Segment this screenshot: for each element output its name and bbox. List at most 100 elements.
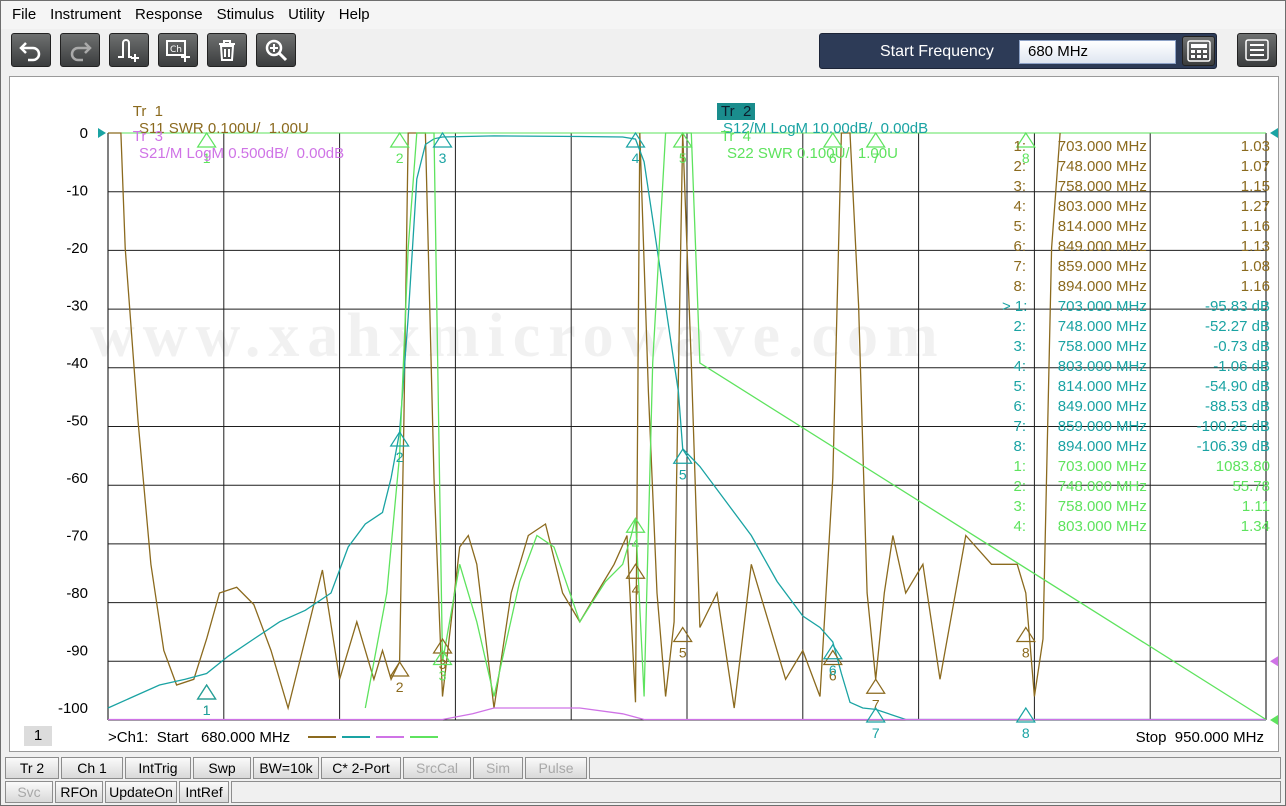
calculator-icon xyxy=(1186,40,1211,62)
menu-help[interactable]: Help xyxy=(332,1,377,29)
status-ch-1-button[interactable]: Ch 1 xyxy=(61,757,123,779)
marker-frequency: 803.000 xyxy=(1057,358,1112,375)
marker-row[interactable]: 5: 814.000 MHz 1.16 xyxy=(1002,217,1270,237)
add-channel-button[interactable]: Ch xyxy=(158,33,198,67)
marker-tr2-label: 6 xyxy=(829,662,837,678)
marker-tr2-label: 7 xyxy=(872,725,880,741)
undo-icon xyxy=(19,42,41,62)
menu-file[interactable]: File xyxy=(5,1,43,29)
marker-unit: MHz xyxy=(1116,318,1147,335)
marker-row[interactable]: 8: 894.000 MHz 1.16 xyxy=(1002,277,1270,297)
marker-unit: MHz xyxy=(1116,278,1147,295)
marker-tr2-label: 3 xyxy=(439,150,447,166)
marker-tr1-label: 4 xyxy=(632,581,640,597)
status-svc-button[interactable]: Svc xyxy=(5,781,53,803)
marker-row[interactable]: 7: 859.000 MHz 1.08 xyxy=(1002,257,1270,277)
status-rfon-button[interactable]: RFOn xyxy=(55,781,103,803)
marker-frequency: 703.000 xyxy=(1057,298,1112,315)
marker-row[interactable]: 4: 803.000 MHz 1.34 xyxy=(1002,517,1270,537)
marker-row[interactable]: 3: 758.000 MHz 1.11 xyxy=(1002,497,1270,517)
marker-row[interactable]: 8: 894.000 MHz -106.39 dB xyxy=(1002,437,1270,457)
redo-button[interactable] xyxy=(60,33,100,67)
marker-row[interactable]: 3: 758.000 MHz -0.73 dB xyxy=(1002,337,1270,357)
softkey-menu-button[interactable] xyxy=(1237,33,1277,67)
marker-row[interactable]: > 1: 703.000 MHz -95.83 dB xyxy=(1002,297,1270,317)
marker-value: -100.25 dB xyxy=(1196,418,1270,435)
status-c-2-port-button[interactable]: C* 2-Port xyxy=(321,757,401,779)
marker-row[interactable]: 1: 703.000 MHz 1083.80 xyxy=(1002,457,1270,477)
marker-index: 8: xyxy=(1013,438,1026,455)
marker-row[interactable]: 2: 748.000 MHz 1.07 xyxy=(1002,157,1270,177)
marker-value: 1.16 xyxy=(1240,278,1270,295)
status-intref-button[interactable]: IntRef xyxy=(179,781,229,803)
menu-stimulus[interactable]: Stimulus xyxy=(210,1,282,29)
marker-index: 3: xyxy=(1013,498,1026,515)
zoom-button[interactable] xyxy=(256,33,296,67)
marker-value: -88.53 dB xyxy=(1204,398,1270,415)
marker-value: 1083.80 xyxy=(1215,458,1270,475)
status-updateon-button[interactable]: UpdateOn xyxy=(105,781,177,803)
vna-window: File Instrument Response Stimulus Utilit… xyxy=(0,0,1286,806)
status-tr-2-button[interactable]: Tr 2 xyxy=(5,757,59,779)
trace-title-tr3[interactable]: Tr 3 S21/M LogM 0.500dB/ 0.00dB xyxy=(108,111,344,179)
menu-utility[interactable]: Utility xyxy=(281,1,332,29)
marker-unit: MHz xyxy=(1116,158,1147,175)
menu-response[interactable]: Response xyxy=(128,1,210,29)
menu-instrument[interactable]: Instrument xyxy=(43,1,128,29)
marker-tr1-icon xyxy=(1015,626,1036,643)
trace-title-tr4[interactable]: Tr 4 S22 SWR 0.100U/ 1.00U xyxy=(696,111,898,179)
marker-frequency: 803.000 xyxy=(1057,518,1112,535)
marker-index: 5: xyxy=(1013,218,1026,235)
marker-tr1-label: 7 xyxy=(872,696,880,712)
measurement-display[interactable]: www.xahxmicrowave.com 0 -10 -20 -30 -40 -50 -6… xyxy=(9,76,1279,752)
marker-index: 3: xyxy=(1013,178,1026,195)
delete-button[interactable] xyxy=(207,33,247,67)
channel-number[interactable]: 1 xyxy=(24,726,52,746)
start-frequency-input[interactable]: 680 MHz xyxy=(1019,40,1176,64)
marker-tr4-label: 5 xyxy=(679,150,687,166)
marker-row[interactable]: 2: 748.000 MHz 55.78 xyxy=(1002,477,1270,497)
marker-index: 2: xyxy=(1013,478,1026,495)
marker-index: 6: xyxy=(1013,238,1026,255)
status-pulse-button[interactable]: Pulse xyxy=(525,757,587,779)
marker-unit: MHz xyxy=(1116,198,1147,215)
marker-tr2-label: 2 xyxy=(396,449,404,465)
marker-value: -95.83 dB xyxy=(1204,298,1270,315)
status-inttrig-button[interactable]: IntTrig xyxy=(125,757,191,779)
svg-text:Ch: Ch xyxy=(170,45,182,55)
marker-row[interactable]: 4: 803.000 MHz -1.06 dB xyxy=(1002,357,1270,377)
marker-tr1-label: 2 xyxy=(396,679,404,695)
marker-row[interactable]: 7: 859.000 MHz -100.25 dB xyxy=(1002,417,1270,437)
keypad-button[interactable] xyxy=(1182,36,1215,66)
marker-frequency: 859.000 xyxy=(1057,418,1112,435)
marker-unit: MHz xyxy=(1116,438,1147,455)
marker-unit: MHz xyxy=(1116,238,1147,255)
status-sim-button[interactable]: Sim xyxy=(473,757,523,779)
marker-unit: MHz xyxy=(1116,218,1147,235)
stimulus-panel: Start Frequency 680 MHz xyxy=(819,33,1217,69)
marker-tr1-label: 8 xyxy=(1022,645,1030,661)
marker-row[interactable]: 2: 748.000 MHz -52.27 dB xyxy=(1002,317,1270,337)
status-bar-row-2: Svc RFOn UpdateOn IntRef xyxy=(5,781,1281,803)
marker-row[interactable]: 6: 849.000 MHz -88.53 dB xyxy=(1002,397,1270,417)
marker-index: 4: xyxy=(1013,358,1026,375)
marker-row[interactable]: 1: 703.000 MHz 1.03 xyxy=(1002,137,1270,157)
marker-row[interactable]: 3: 758.000 MHz 1.15 xyxy=(1002,177,1270,197)
marker-row[interactable]: 4: 803.000 MHz 1.27 xyxy=(1002,197,1270,217)
status-swp-button[interactable]: Swp xyxy=(193,757,251,779)
stimulus-label: Start Frequency xyxy=(880,43,994,60)
marker-frequency: 748.000 xyxy=(1057,478,1112,495)
marker-tr2-label: 8 xyxy=(1022,725,1030,741)
add-trace-button[interactable] xyxy=(109,33,149,67)
y-tick-label: -70 xyxy=(66,528,88,545)
reference-arrow-tr3-icon xyxy=(1270,656,1278,667)
marker-row[interactable]: 5: 814.000 MHz -54.90 dB xyxy=(1002,377,1270,397)
undo-button[interactable] xyxy=(11,33,51,67)
marker-frequency: 803.000 xyxy=(1057,198,1112,215)
marker-index: 7: xyxy=(1013,418,1026,435)
marker-value: 1.34 xyxy=(1240,518,1270,535)
status-bw-10k-button[interactable]: BW=10k xyxy=(253,757,319,779)
y-tick-label: -80 xyxy=(66,585,88,602)
status-srccal-button[interactable]: SrcCal xyxy=(403,757,471,779)
marker-row[interactable]: 6: 849.000 MHz 1.13 xyxy=(1002,237,1270,257)
